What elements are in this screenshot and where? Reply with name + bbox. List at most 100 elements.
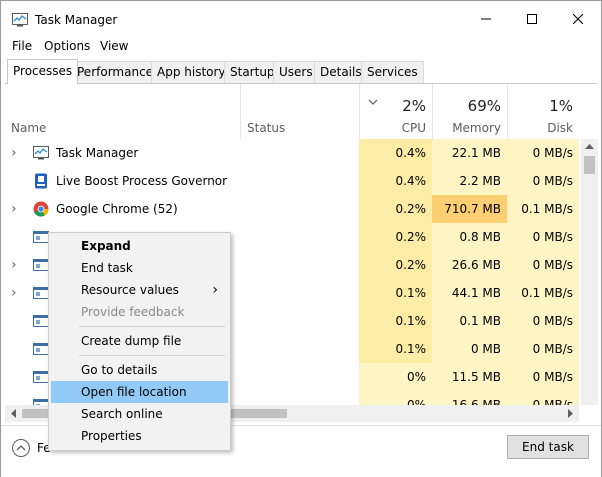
- ctx-resource-values[interactable]: Resource values ›: [51, 279, 228, 301]
- minimize-button[interactable]: [463, 1, 509, 37]
- menu-bar: File Options View: [1, 37, 601, 57]
- menu-options[interactable]: Options: [44, 39, 90, 53]
- cpu-label: CPU: [401, 121, 426, 135]
- process-name: Task Manager: [56, 146, 139, 160]
- tab-details[interactable]: Details: [314, 61, 368, 83]
- process-memory: 26.6 MB: [451, 258, 501, 272]
- process-cpu: 0.1%: [395, 342, 427, 356]
- generic-app-icon: [33, 231, 49, 243]
- column-header-cpu[interactable]: 2% CPU: [359, 84, 432, 139]
- process-disk: 0 MB/s: [532, 398, 573, 405]
- process-cpu: 0.2%: [395, 202, 427, 216]
- ctx-open-file-location[interactable]: Open file location: [51, 381, 228, 403]
- process-memory: 0.8 MB: [459, 230, 501, 244]
- expand-chevron-icon: [11, 391, 23, 405]
- expand-chevron-icon: [11, 307, 23, 335]
- process-cpu: 0.4%: [395, 174, 427, 188]
- expand-chevron-icon: [11, 167, 23, 195]
- column-name-label: Name: [11, 121, 47, 135]
- ctx-item-label: Search online: [81, 407, 163, 421]
- chrome-icon: [33, 201, 49, 217]
- process-disk: 0 MB/s: [532, 174, 573, 188]
- process-memory: 0 MB: [470, 342, 501, 356]
- ctx-expand[interactable]: Expand: [51, 235, 228, 257]
- ctx-item-label: Provide feedback: [81, 305, 185, 319]
- cpu-total-percent: 2%: [402, 97, 426, 115]
- submenu-chevron-right-icon: ›: [212, 282, 218, 298]
- generic-app-icon: [33, 259, 49, 271]
- expand-chevron-icon[interactable]: ›: [11, 251, 23, 279]
- process-cpu: 0.1%: [395, 286, 427, 300]
- process-cpu: 0.2%: [395, 230, 427, 244]
- menu-file[interactable]: File: [12, 39, 32, 53]
- expand-chevron-icon: [11, 335, 23, 363]
- scroll-right-icon: [568, 409, 573, 418]
- sort-chevron-down-icon: [368, 99, 378, 105]
- ctx-separator: [79, 326, 225, 327]
- process-disk: 0.1 MB/s: [521, 286, 573, 300]
- expand-chevron-icon[interactable]: ›: [11, 279, 23, 307]
- ctx-provide-feedback: Provide feedback: [51, 301, 228, 323]
- process-memory: 710.7 MB: [444, 202, 501, 216]
- column-header-status[interactable]: Status: [240, 84, 359, 139]
- ctx-item-label: Go to details: [81, 363, 158, 377]
- process-memory: 11.5 MB: [451, 370, 501, 384]
- close-button[interactable]: [555, 1, 601, 37]
- process-name: Google Chrome (52): [56, 202, 178, 216]
- process-memory: 16.6 MB: [451, 398, 501, 405]
- live-boost-icon: [35, 173, 47, 189]
- ctx-end-task[interactable]: End task: [51, 257, 228, 279]
- column-header-memory[interactable]: 69% Memory: [432, 84, 507, 139]
- memory-label: Memory: [452, 121, 501, 135]
- menu-view[interactable]: View: [100, 39, 128, 53]
- scroll-up-icon: [585, 144, 594, 149]
- ctx-create-dump-file[interactable]: Create dump file: [51, 330, 228, 352]
- end-task-button[interactable]: End task: [507, 435, 589, 459]
- ctx-item-label: Open file location: [81, 385, 187, 399]
- process-memory: 2.2 MB: [459, 174, 501, 188]
- column-header-name[interactable]: Name: [5, 84, 240, 139]
- window-title: Task Manager: [35, 13, 118, 27]
- process-disk: 0.1 MB/s: [521, 202, 573, 216]
- tab-performance[interactable]: Performance: [71, 61, 160, 83]
- fewer-details-chevron-up-icon[interactable]: [11, 438, 31, 458]
- process-cpu: 0.1%: [395, 314, 427, 328]
- ctx-go-to-details[interactable]: Go to details: [51, 359, 228, 381]
- vertical-scroll-thumb[interactable]: [584, 156, 595, 174]
- process-memory: 44.1 MB: [451, 286, 501, 300]
- generic-app-icon: [33, 399, 49, 405]
- expand-chevron-icon: [11, 363, 23, 391]
- process-disk: 0 MB/s: [532, 258, 573, 272]
- expand-chevron-icon[interactable]: ›: [11, 195, 23, 223]
- expand-chevron-icon: [11, 223, 23, 251]
- process-disk: 0 MB/s: [532, 342, 573, 356]
- table-row[interactable]: › Task Manager 0.4% 22.1 MB 0 MB/s: [5, 139, 579, 167]
- close-icon: [573, 14, 583, 24]
- ctx-item-label: Resource values: [81, 283, 179, 297]
- task-manager-app-icon: [12, 13, 28, 27]
- tab-processes[interactable]: Processes: [7, 59, 79, 84]
- maximize-button[interactable]: [509, 1, 555, 37]
- table-row[interactable]: › Google Chrome (52) 0.2% 710.7 MB 0.1 MB/s: [5, 195, 579, 223]
- vertical-scrollbar[interactable]: [581, 139, 598, 405]
- generic-app-icon: [33, 315, 49, 327]
- process-cpu: 0%: [406, 398, 426, 405]
- process-cpu: 0.4%: [395, 146, 427, 160]
- table-row[interactable]: Live Boost Process Governor 0.4% 2.2 MB 0 M…: [5, 167, 579, 195]
- ctx-properties[interactable]: Properties: [51, 425, 228, 447]
- tab-services[interactable]: Services: [361, 61, 424, 83]
- tab-app-history[interactable]: App history: [151, 61, 232, 83]
- ctx-item-label: Properties: [81, 429, 142, 443]
- tab-users[interactable]: Users: [273, 61, 319, 83]
- expand-chevron-icon[interactable]: ›: [11, 139, 23, 167]
- ctx-item-label: Expand: [81, 239, 131, 253]
- ctx-search-online[interactable]: Search online: [51, 403, 228, 425]
- process-disk: 0 MB/s: [532, 146, 573, 160]
- generic-app-icon: [33, 343, 49, 355]
- process-disk: 0 MB/s: [532, 314, 573, 328]
- task-manager-icon: [33, 146, 49, 160]
- memory-total-percent: 69%: [467, 97, 501, 115]
- context-menu: Expand End task Resource values › Provide fe…: [48, 232, 231, 451]
- column-header-disk[interactable]: 1% Disk: [507, 84, 579, 139]
- process-disk: 0 MB/s: [532, 370, 573, 384]
